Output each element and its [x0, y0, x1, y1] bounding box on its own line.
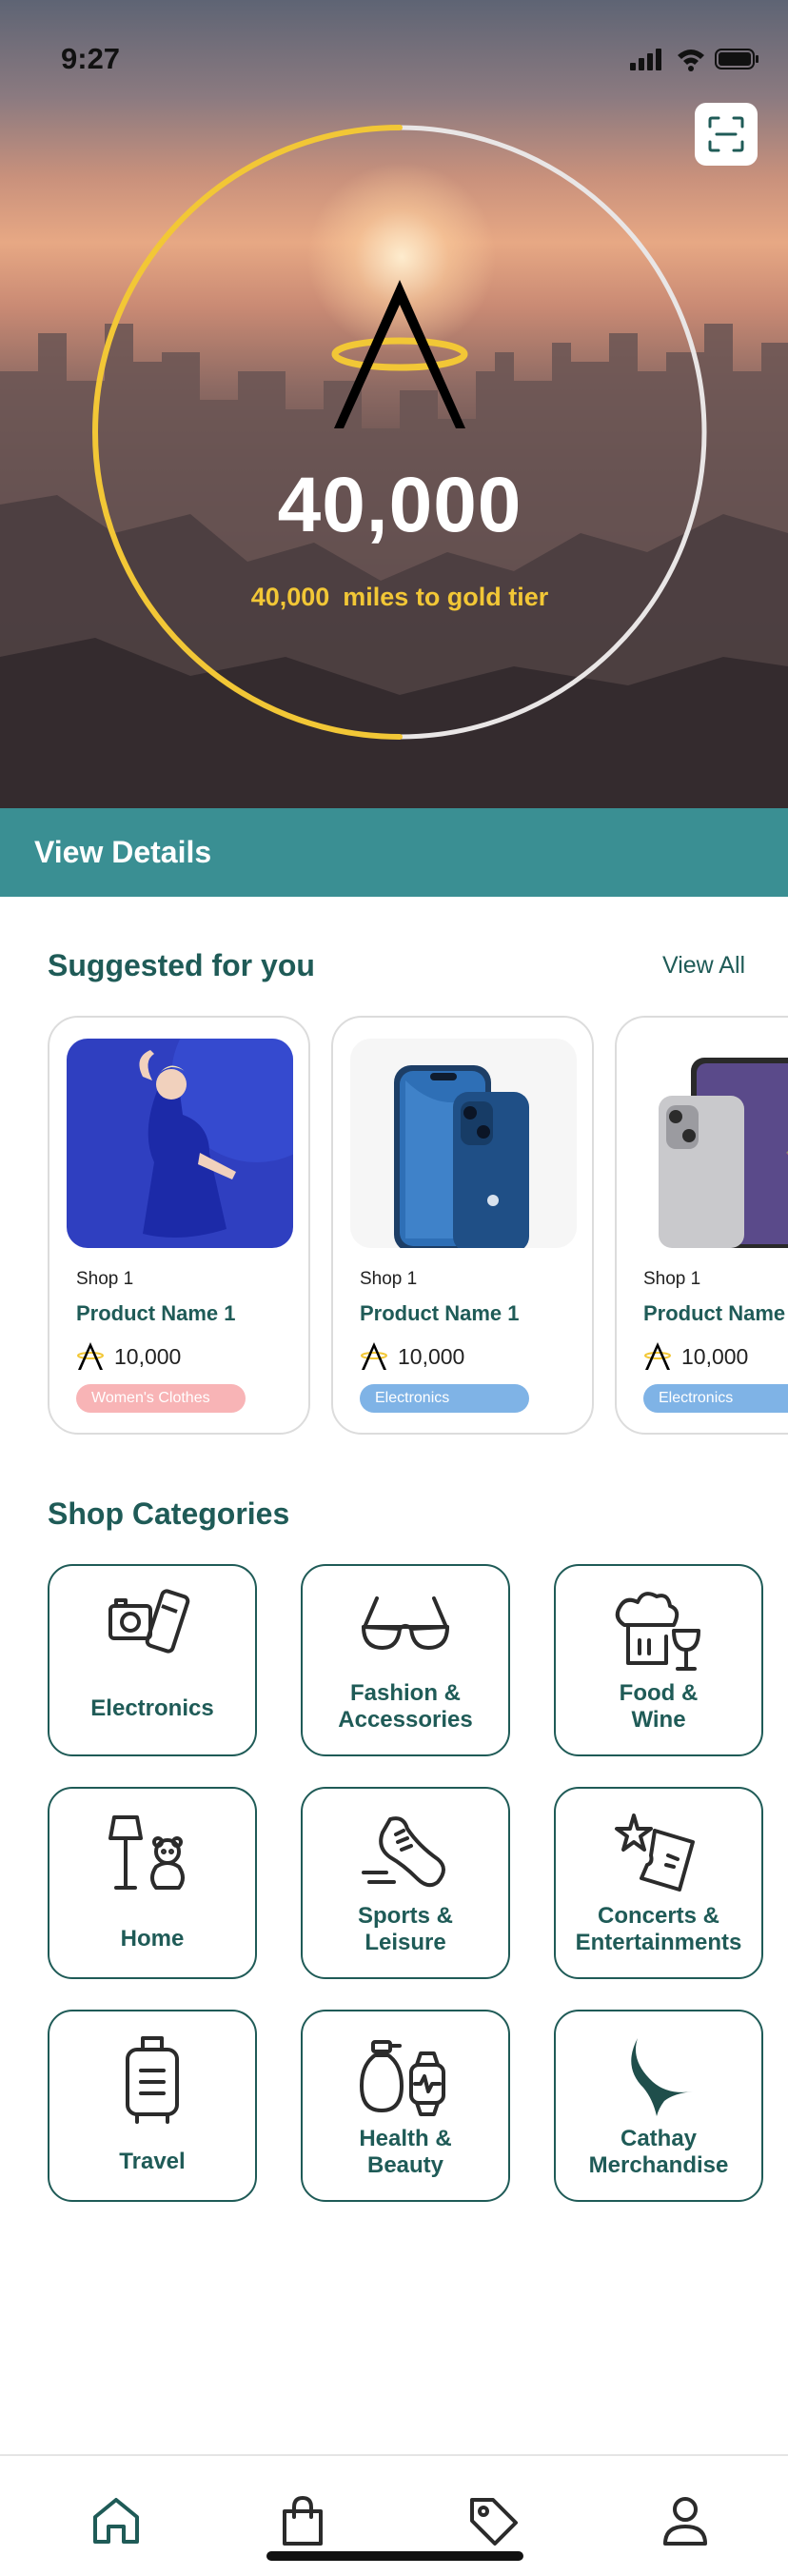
product-shop: Shop 1	[360, 1269, 418, 1289]
nav-shop[interactable]	[274, 2492, 331, 2549]
product-shop: Shop 1	[76, 1269, 134, 1289]
miles-balance: 40,000	[277, 462, 522, 548]
profile-icon	[663, 2497, 707, 2546]
product-price: 10,000	[360, 1341, 464, 1372]
status-bar: 9:27	[0, 0, 788, 114]
nav-profile[interactable]	[657, 2492, 714, 2549]
category-label: Concerts & Entertainments	[575, 1903, 742, 1955]
home-indicator	[266, 2551, 523, 2561]
category-electronics[interactable]: Electronics	[48, 1564, 257, 1756]
scan-icon	[708, 116, 744, 152]
category-home[interactable]: Home	[48, 1787, 257, 1979]
product-card[interactable]: Shop 1 Product Name 1 10,000 Electronics	[615, 1016, 788, 1435]
category-concerts[interactable]: Concerts & Entertainments	[554, 1787, 763, 1979]
home-icon	[93, 2498, 139, 2544]
product-price-value: 10,000	[398, 1343, 465, 1369]
category-health-beauty[interactable]: Health & Beauty	[301, 2010, 510, 2202]
category-label: Cathay Merchandise	[588, 2126, 729, 2178]
product-price-value: 10,000	[114, 1343, 182, 1369]
tier-miles-amount: 40,000	[250, 583, 330, 611]
nav-home[interactable]	[88, 2492, 145, 2549]
tier-progress-text: 40,000 miles to gold tier	[0, 583, 788, 612]
category-label: Health & Beauty	[359, 2126, 452, 2178]
product-tag: Electronics	[643, 1384, 788, 1413]
ticket-star-icon	[615, 1813, 695, 1892]
category-food-wine[interactable]: Food & Wine	[554, 1564, 763, 1756]
nav-offers[interactable]	[464, 2492, 522, 2549]
category-sports[interactable]: Sports & Leisure	[301, 1787, 510, 1979]
miles-icon	[77, 1342, 104, 1370]
category-label: Fashion & Accessories	[338, 1680, 473, 1733]
product-name: Product Name 1	[76, 1301, 236, 1325]
miles-icon	[644, 1342, 671, 1370]
category-label: Home	[120, 1926, 185, 1952]
sneaker-icon	[362, 1816, 445, 1888]
category-label: Electronics	[90, 1695, 214, 1721]
suggested-carousel[interactable]: Shop 1 Product Name 1 10,000 Women's Clo…	[48, 1016, 788, 1437]
view-details-button[interactable]: View Details	[0, 808, 788, 897]
category-travel[interactable]: Travel	[48, 2010, 257, 2202]
category-cathay-merch[interactable]: Cathay Merchandise	[554, 2010, 763, 2202]
categories-title: Shop Categories	[48, 1496, 290, 1531]
product-tag: Women's Clothes	[76, 1384, 246, 1413]
product-image	[350, 1039, 577, 1248]
chef-wine-icon	[615, 1592, 700, 1671]
product-image	[634, 1039, 788, 1248]
camera-phone-icon	[108, 1589, 190, 1654]
product-name: Product Name 1	[360, 1301, 520, 1325]
suggested-title: Suggested for you	[48, 948, 315, 982]
product-tag: Electronics	[360, 1384, 529, 1413]
product-price-value: 10,000	[681, 1343, 749, 1369]
status-icons	[630, 49, 758, 71]
suitcase-icon	[126, 2036, 179, 2124]
product-shop: Shop 1	[643, 1269, 701, 1289]
cathay-brushwing-icon	[631, 2038, 693, 2116]
category-fashion[interactable]: Fashion & Accessories	[301, 1564, 510, 1756]
status-time: 9:27	[61, 42, 121, 75]
tag-icon	[470, 2498, 518, 2546]
category-label: Sports & Leisure	[357, 1903, 453, 1955]
miles-icon	[361, 1342, 387, 1370]
sunglasses-icon	[362, 1596, 449, 1650]
asia-miles-logo	[331, 280, 468, 428]
product-image	[67, 1039, 293, 1248]
perfume-watch-icon	[360, 2040, 445, 2116]
product-price: 10,000	[643, 1341, 748, 1372]
shopping-bag-icon	[283, 2496, 323, 2546]
product-card[interactable]: Shop 1 Product Name 1 10,000 Women's Clo…	[48, 1016, 310, 1435]
lamp-teddy-icon	[108, 1815, 185, 1890]
hero-banner: 9:27 40,000 40,000 miles to gold tier	[0, 0, 788, 808]
product-card[interactable]: Shop 1 Product Name 1 10,000 Electronics	[331, 1016, 594, 1435]
category-label: Travel	[119, 2149, 186, 2174]
view-all-link[interactable]: View All	[662, 952, 745, 980]
product-name: Product Name 1	[643, 1301, 788, 1325]
product-price: 10,000	[76, 1341, 181, 1372]
tier-miles-text: miles to gold tier	[343, 583, 549, 611]
category-label: Food & Wine	[619, 1680, 699, 1733]
